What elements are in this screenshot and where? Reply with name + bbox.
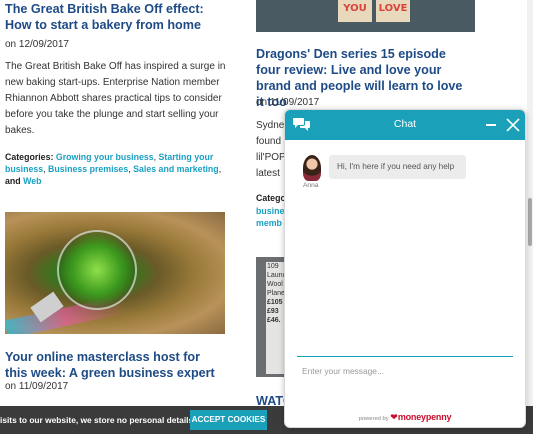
category-link-growing[interactable]: Growing your business [56,152,154,162]
powered-by[interactable]: powered by ❤moneypenny [285,412,525,423]
close-icon[interactable] [506,118,520,132]
agent-avatar [303,155,321,181]
post-title-masterclass[interactable]: Your online masterclass host for this we… [5,349,220,381]
image-bulb [57,230,137,310]
chat-header[interactable]: Chat [285,110,525,140]
article-image-lightbulb[interactable] [5,212,225,334]
excerpt-partial-line: found [256,136,282,147]
image-block-love: LOVE [376,0,410,22]
powered-by-label: powered by [358,416,389,422]
categories-label: Categories: [5,152,54,162]
categories-and: and [5,176,21,186]
article-image-stock-list[interactable]: 109 Launc Wool Plane £105 £93 £46. [256,257,286,377]
moneypenny-heart-icon: ❤ [390,412,398,422]
chat-message-input[interactable] [302,362,502,380]
chat-divider [297,356,513,357]
category-link-premises[interactable]: Business premises [48,164,128,174]
image-block-you: YOU [338,0,372,22]
post-date-masterclass: on 11/09/2017 [5,381,69,392]
category-link-web[interactable]: Web [23,176,41,186]
article-image-love-blocks[interactable]: YOU LOVE [256,0,475,32]
moneypenny-logo: moneypenny [397,412,452,422]
post-categories: Categories: Growing your business, Start… [5,152,222,186]
excerpt-partial-line: Sydne [256,120,285,131]
post-date: on 12/09/2017 [5,39,69,50]
post-excerpt: The Great British Bake Off has inspired … [5,61,226,136]
cookie-text: isits to our website, we store no person… [0,415,196,425]
category-link-sales[interactable]: Sales and marketing [133,164,219,174]
agent-name: Anna [303,182,319,189]
post-date-dragons-den: on 11/09/2017 [256,97,320,108]
chat-widget: Chat Anna Hi, I'm here if you need any h… [284,109,526,428]
scrollbar-thumb[interactable] [528,198,532,246]
accept-cookies-button[interactable]: ACCEPT COOKIES [190,410,267,430]
minimize-icon[interactable] [486,124,496,126]
image-paper: 109 Launc Wool Plane £105 £93 £46. [266,262,286,374]
category-link-partial[interactable]: memb [256,215,282,231]
excerpt-partial-line: latest [256,168,280,179]
chat-message-bubble: Hi, I'm here if you need any help [329,155,466,179]
excerpt-partial-line: lil'POP [256,152,286,163]
post-title-bakery[interactable]: The Great British Bake Off effect: How t… [5,1,227,33]
left-column: The Great British Bake Off effect: How t… [5,0,227,187]
